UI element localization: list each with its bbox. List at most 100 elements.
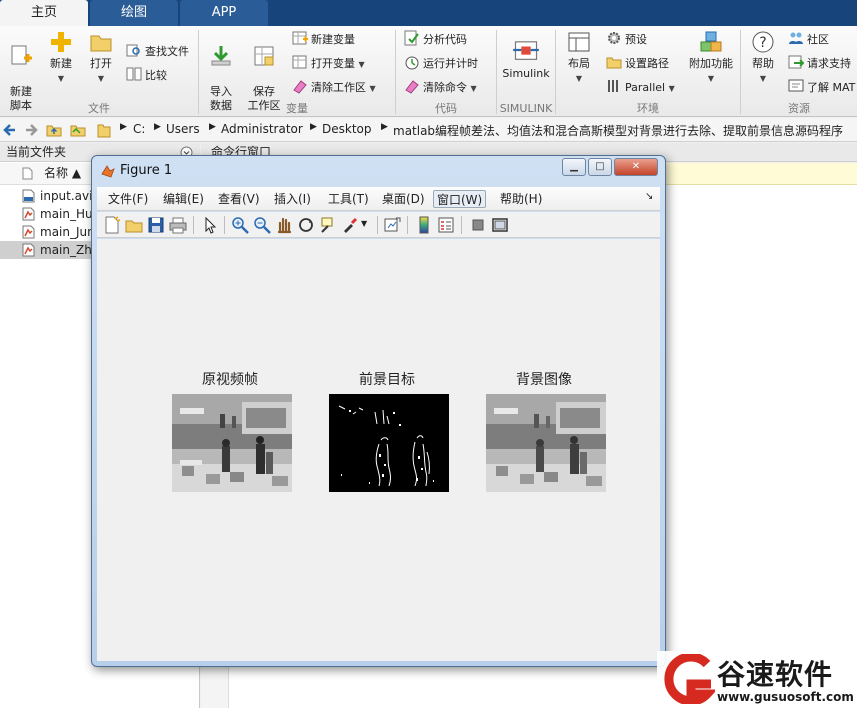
learn-matlab-button[interactable]: 了解 MAT bbox=[788, 78, 855, 98]
run-and-time-button[interactable]: 运行并计时 bbox=[404, 54, 478, 74]
open-file-icon[interactable] bbox=[125, 216, 143, 234]
simulink-label: Simulink bbox=[502, 67, 550, 80]
clear-commands-caret-icon: ▼ bbox=[470, 84, 477, 93]
request-support-icon bbox=[788, 55, 804, 69]
clear-commands-button[interactable]: 清除命令 ▼ bbox=[404, 78, 477, 98]
tab-apps[interactable]: APP bbox=[180, 0, 268, 26]
data-cursor-icon[interactable] bbox=[319, 216, 337, 234]
brush-dropdown-icon[interactable]: ▼ bbox=[361, 219, 367, 228]
minimize-button[interactable]: ▁ bbox=[562, 158, 586, 176]
analyze-code-label: 分析代码 bbox=[423, 33, 467, 46]
add-ons-cubes-icon bbox=[700, 31, 722, 52]
clear-commands-icon bbox=[405, 80, 419, 94]
new-figure-icon[interactable] bbox=[103, 216, 121, 234]
compare-button[interactable]: 比较 bbox=[126, 66, 167, 86]
figure-canvas[interactable]: 原视频帧 前景目标 背景图像 bbox=[97, 239, 660, 661]
clear-workspace-button[interactable]: 清除工作区 ▼ bbox=[292, 78, 376, 98]
zoom-in-icon[interactable] bbox=[231, 216, 249, 234]
open-variable-button[interactable]: 打开变量 ▼ bbox=[292, 54, 365, 74]
breadcrumb-separator-icon: ▶ bbox=[310, 122, 317, 132]
open-button[interactable]: 打开 ▼ bbox=[84, 30, 118, 86]
figure-window[interactable]: Figure 1 ▁ □ ✕ 文件(F) 编辑(E) 查看(V) 插入(I) 工… bbox=[91, 155, 666, 667]
name-column-header[interactable]: 名称 ▲ bbox=[44, 163, 81, 184]
find-files-button[interactable]: 查找文件 bbox=[126, 42, 189, 62]
community-people-icon bbox=[789, 32, 803, 44]
menu-help[interactable]: 帮助(H) bbox=[497, 190, 545, 208]
browse-folder-icon[interactable] bbox=[70, 122, 86, 138]
clear-workspace-icon bbox=[293, 80, 307, 94]
add-ons-button[interactable]: 附加功能 ▼ bbox=[686, 30, 736, 86]
breadcrumb-desktop[interactable]: Desktop bbox=[322, 122, 372, 136]
tab-home[interactable]: 主页 bbox=[0, 0, 88, 26]
breadcrumb-administrator[interactable]: Administrator bbox=[221, 122, 303, 136]
preferences-button[interactable]: 预设 bbox=[606, 30, 647, 50]
save-disk-icon[interactable] bbox=[147, 216, 165, 234]
run-and-time-label: 运行并计时 bbox=[423, 57, 478, 70]
tab-plots[interactable]: 绘图 bbox=[90, 0, 178, 26]
menubar-overflow-icon[interactable]: ↘ bbox=[645, 191, 653, 202]
hide-plot-tools-icon[interactable] bbox=[469, 216, 487, 234]
new-button[interactable]: 新建 ▼ bbox=[44, 30, 78, 86]
breadcrumb-users[interactable]: Users bbox=[166, 122, 200, 136]
tab-apps-label: APP bbox=[211, 5, 237, 20]
new-plus-icon bbox=[51, 32, 71, 52]
maximize-button[interactable]: □ bbox=[588, 158, 612, 176]
toolbar-separator bbox=[377, 216, 378, 234]
forward-arrow-icon[interactable] bbox=[24, 123, 38, 137]
breadcrumb-separator-icon: ▶ bbox=[120, 122, 127, 132]
layout-button[interactable]: 布局 ▼ bbox=[560, 30, 598, 86]
breadcrumb-project-folder[interactable]: matlab编程帧差法、均值法和混合高斯模型对背景进行去除、提取前景信息源码程序 bbox=[393, 122, 843, 139]
toolbar-separator bbox=[224, 216, 225, 234]
breadcrumb-drive[interactable]: C: bbox=[133, 122, 145, 136]
community-label: 社区 bbox=[807, 33, 829, 46]
pointer-arrow-icon[interactable] bbox=[201, 216, 219, 234]
legend-icon[interactable] bbox=[437, 216, 455, 234]
toolbar-separator bbox=[407, 216, 408, 234]
set-path-folder-icon bbox=[606, 57, 622, 69]
back-arrow-icon[interactable] bbox=[3, 123, 17, 137]
open-variable-label: 打开变量 bbox=[311, 57, 355, 70]
rotate-3d-icon[interactable] bbox=[297, 216, 315, 234]
figure-menubar: 文件(F) 编辑(E) 查看(V) 插入(I) 工具(T) 桌面(D) 窗口(W… bbox=[97, 187, 660, 211]
show-plot-tools-icon[interactable] bbox=[491, 216, 509, 234]
parallel-label: Parallel bbox=[625, 81, 666, 94]
open-label: 打开 bbox=[90, 57, 112, 70]
help-button[interactable]: ? 帮助 ▼ bbox=[746, 30, 780, 86]
link-plot-icon[interactable] bbox=[383, 216, 401, 234]
request-support-button[interactable]: 请求支持 bbox=[788, 54, 851, 74]
colorbar-icon[interactable] bbox=[415, 216, 433, 234]
menu-desktop[interactable]: 桌面(D) bbox=[379, 190, 428, 208]
svg-text:?: ? bbox=[759, 35, 766, 51]
simulink-icon bbox=[513, 41, 539, 60]
menu-tools[interactable]: 工具(T) bbox=[325, 190, 372, 208]
find-files-label: 查找文件 bbox=[145, 45, 189, 58]
current-folder-address-bar: ▶ C: ▶ Users ▶ Administrator ▶ Desktop ▶… bbox=[0, 118, 857, 142]
save-workspace-button[interactable]: 保存 工作区 bbox=[244, 30, 284, 113]
new-label: 新建 bbox=[50, 57, 72, 70]
file-section-label: 文件 bbox=[88, 102, 110, 115]
print-icon[interactable] bbox=[169, 216, 187, 234]
maximize-icon: □ bbox=[595, 161, 605, 172]
analyze-code-button[interactable]: 分析代码 bbox=[404, 30, 467, 50]
community-button[interactable]: 社区 bbox=[788, 30, 829, 50]
zoom-out-icon[interactable] bbox=[253, 216, 271, 234]
menu-file[interactable]: 文件(F) bbox=[105, 190, 151, 208]
close-button[interactable]: ✕ bbox=[614, 158, 658, 176]
import-data-button[interactable]: 导入 数据 bbox=[204, 30, 238, 113]
menu-window[interactable]: 窗口(W) bbox=[433, 190, 487, 208]
menu-view[interactable]: 查看(V) bbox=[215, 190, 263, 208]
up-folder-icon[interactable] bbox=[46, 122, 62, 138]
new-variable-button[interactable]: 新建变量 bbox=[292, 30, 355, 50]
new-script-button[interactable]: 新建 脚本 bbox=[4, 30, 38, 113]
pan-hand-icon[interactable] bbox=[275, 216, 293, 234]
simulink-section-label: SIMULINK bbox=[499, 102, 553, 115]
parallel-button[interactable]: Parallel ▼ bbox=[606, 78, 675, 98]
menu-insert[interactable]: 插入(I) bbox=[271, 190, 314, 208]
toolbar-separator bbox=[193, 216, 194, 234]
set-path-button[interactable]: 设置路径 bbox=[606, 54, 669, 74]
menu-edit[interactable]: 编辑(E) bbox=[160, 190, 207, 208]
breadcrumb-separator-icon: ▶ bbox=[154, 122, 161, 132]
brush-icon[interactable] bbox=[341, 216, 359, 234]
simulink-button[interactable]: Simulink bbox=[500, 30, 552, 81]
folder-path-icon bbox=[97, 124, 111, 138]
